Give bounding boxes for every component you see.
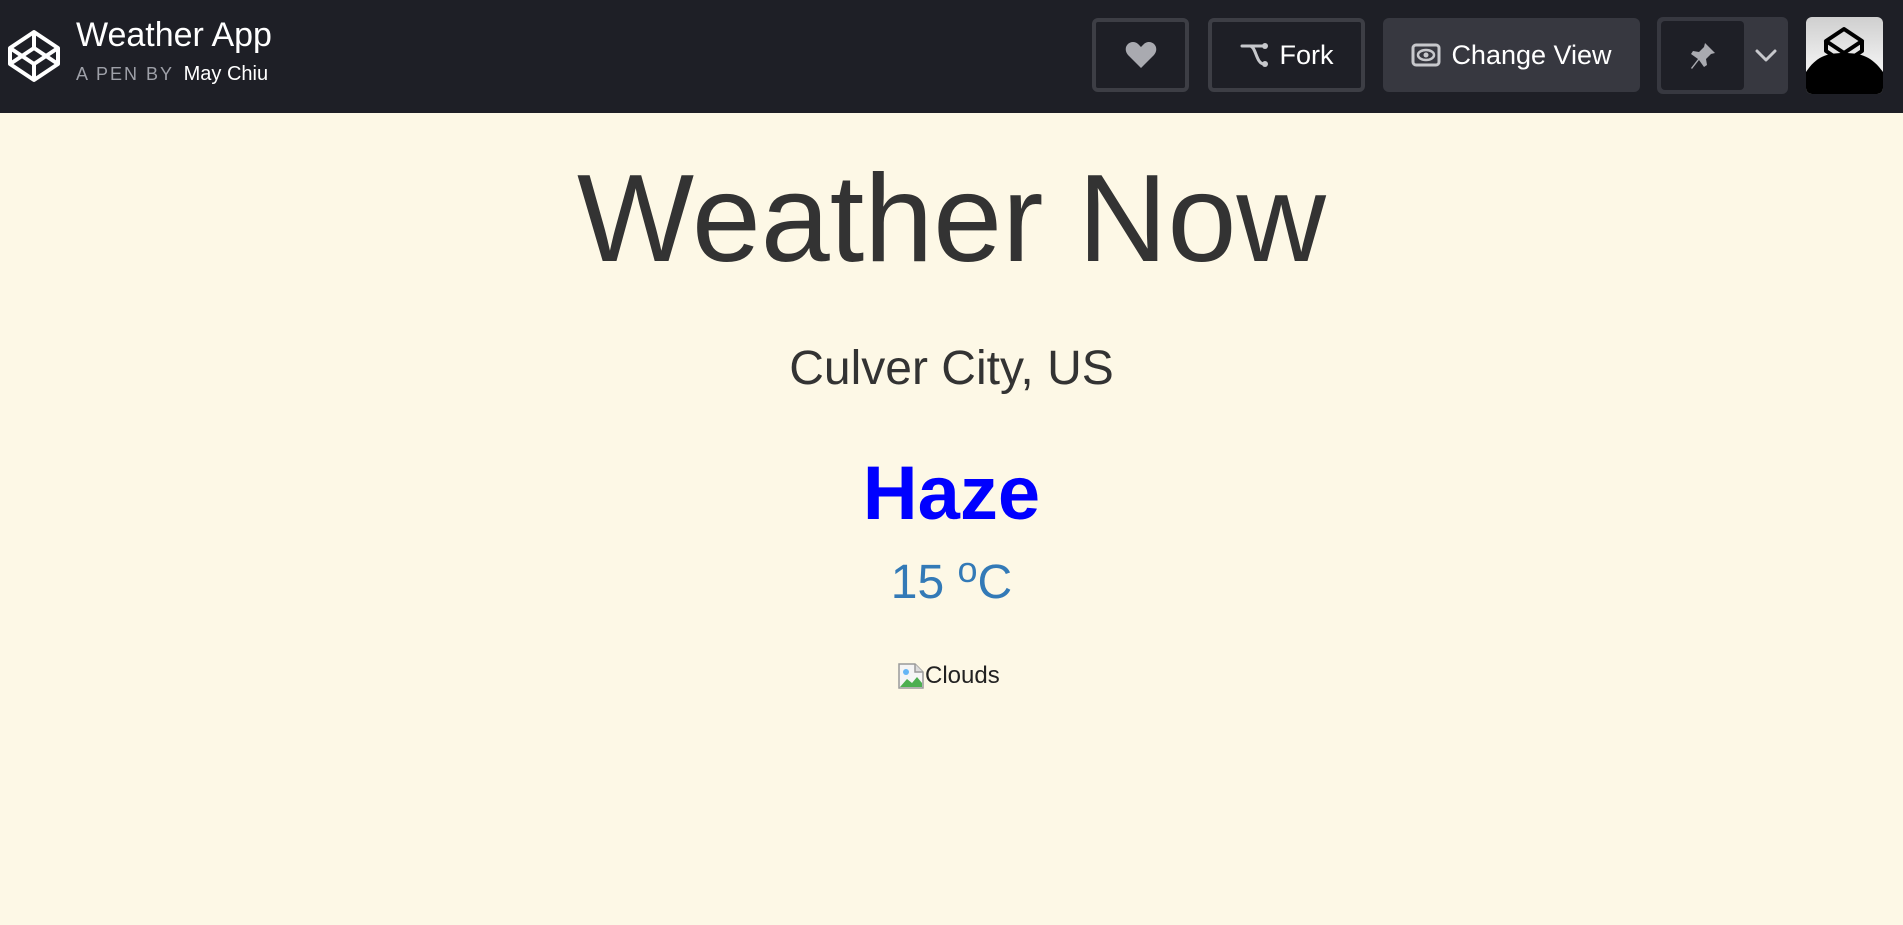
chevron-down-icon <box>1755 49 1777 61</box>
fork-button[interactable]: Fork <box>1208 18 1365 92</box>
pen-info: Weather App A PEN BY May Chiu <box>76 14 272 86</box>
pin-icon <box>1690 42 1715 69</box>
avatar-image <box>1806 27 1883 94</box>
change-view-label: Change View <box>1451 39 1612 70</box>
heart-icon <box>1125 42 1156 68</box>
fork-icon <box>1240 43 1268 67</box>
weather-condition: Haze <box>862 451 1041 536</box>
codepen-header: Weather App A PEN BY May Chiu Fork Chang… <box>0 0 1903 113</box>
page-title: Weather Now <box>577 150 1326 288</box>
pin-button[interactable] <box>1661 21 1744 90</box>
broken-image-icon <box>898 663 924 689</box>
eye-icon <box>1411 43 1441 67</box>
pin-button-group <box>1657 17 1788 94</box>
change-view-button[interactable]: Change View <box>1383 18 1640 92</box>
user-avatar[interactable] <box>1806 17 1883 94</box>
author-link[interactable]: May Chiu <box>184 63 268 85</box>
codepen-logo-icon[interactable] <box>7 28 61 84</box>
temperature-display[interactable]: 15 oC <box>0 552 1903 613</box>
fork-label: Fork <box>1279 39 1334 70</box>
degree-symbol: o <box>957 549 978 590</box>
location-text: Culver City, US <box>789 342 1114 395</box>
pen-title[interactable]: Weather App <box>76 14 272 56</box>
heart-button[interactable] <box>1092 18 1189 92</box>
image-alt-text: Clouds <box>925 662 1000 689</box>
pen-byline: A PEN BY May Chiu <box>76 62 272 86</box>
weather-image: Clouds <box>897 660 1000 692</box>
temperature-unit: C <box>977 556 1013 609</box>
temperature-value: 15 <box>890 556 945 609</box>
pin-dropdown-button[interactable] <box>1747 21 1785 90</box>
byline-prefix: A PEN BY <box>76 64 175 84</box>
